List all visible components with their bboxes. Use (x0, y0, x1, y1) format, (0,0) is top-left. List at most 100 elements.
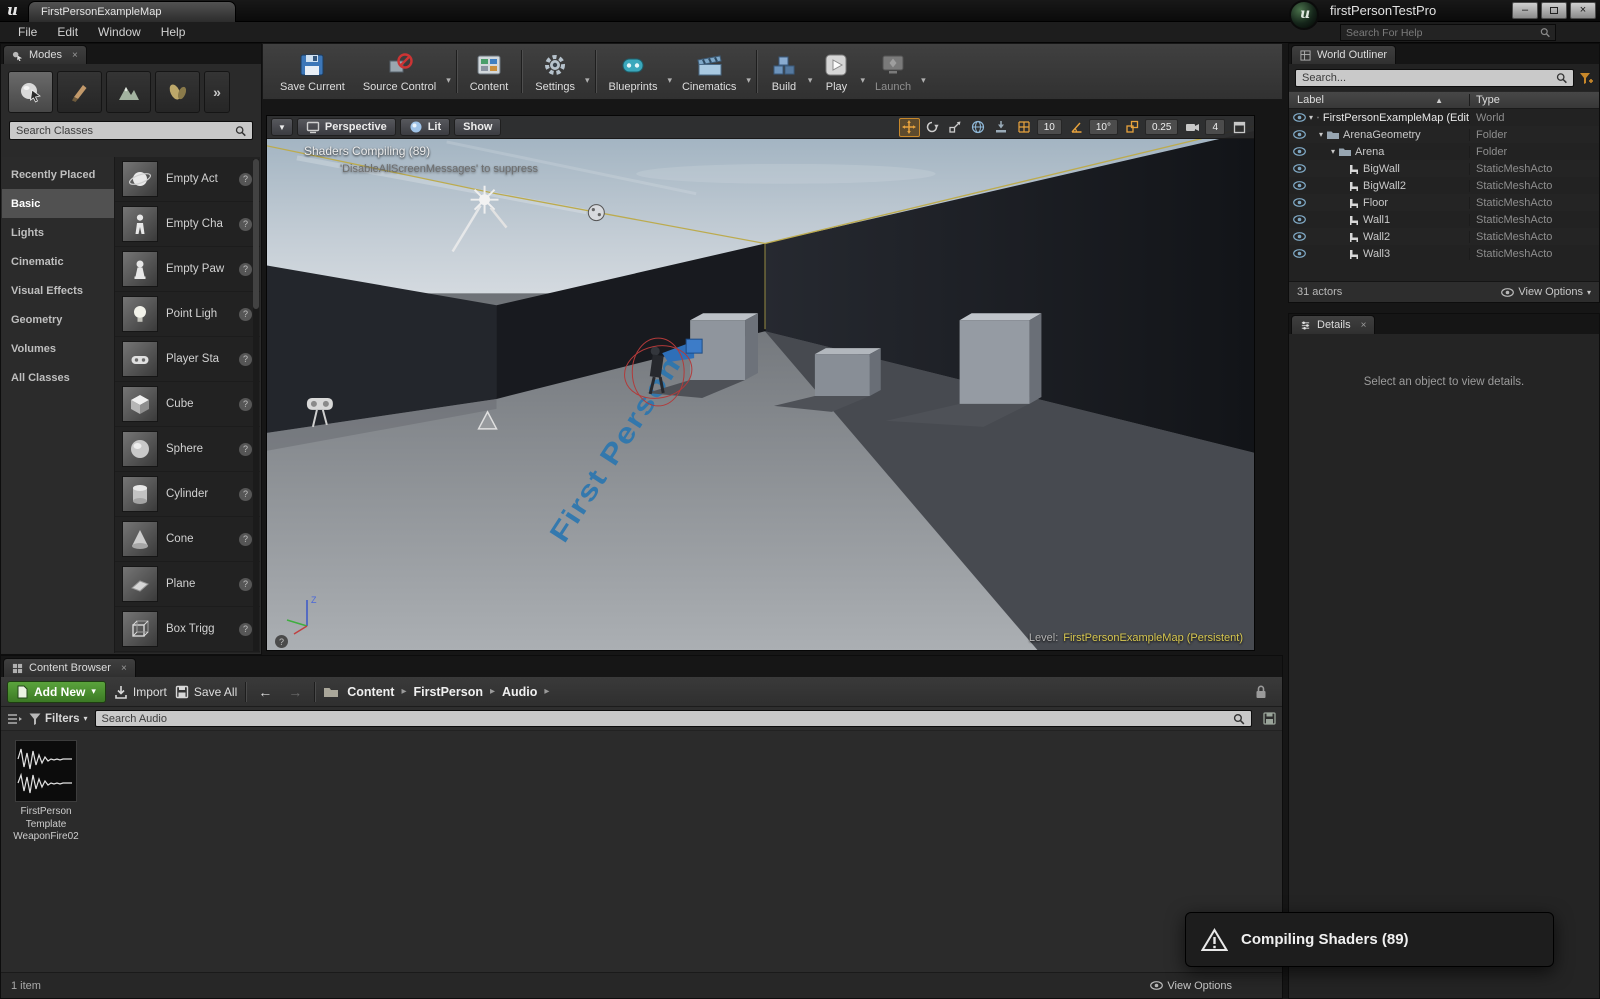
place-mode-button[interactable] (8, 71, 53, 113)
outliner-view-options-button[interactable]: View Options ▾ (1501, 286, 1591, 298)
content-search-box[interactable] (95, 710, 1252, 727)
asset-firstperson-weaponfire[interactable]: FirstPerson Template WeaponFire02 (9, 740, 83, 844)
class-item-cube[interactable]: Cube ? (115, 382, 260, 427)
source-control-button[interactable]: Source Control (354, 46, 445, 97)
visibility-eye-icon[interactable] (1289, 130, 1309, 139)
launch-button[interactable]: Launch (866, 46, 920, 97)
outliner-column-header[interactable]: Label▲ Type (1289, 91, 1599, 109)
scale-tool-icon[interactable] (945, 118, 966, 137)
class-search-box[interactable] (9, 121, 253, 140)
breadcrumb-content[interactable]: Content (347, 685, 394, 699)
category-cinematic[interactable]: Cinematic (2, 247, 114, 276)
launch-caret-icon[interactable]: ▾ (920, 75, 927, 86)
outliner-row-actor[interactable]: Wall3 StaticMeshActo (1289, 245, 1599, 262)
lock-icon[interactable] (1254, 684, 1268, 699)
rotate-tool-icon[interactable] (922, 118, 943, 137)
settings-button[interactable]: Settings (526, 46, 584, 97)
class-item-sphere[interactable]: Sphere ? (115, 427, 260, 472)
menu-window[interactable]: Window (88, 23, 151, 41)
class-item-partial[interactable] (115, 652, 260, 653)
outliner-row-actor[interactable]: Wall2 StaticMeshActo (1289, 228, 1599, 245)
class-item-player-start[interactable]: Player Sta ? (115, 337, 260, 382)
surface-snap-icon[interactable] (991, 118, 1012, 137)
cinematics-caret-icon[interactable]: ▾ (745, 75, 752, 86)
category-geometry[interactable]: Geometry (2, 305, 114, 334)
visibility-eye-icon[interactable] (1289, 147, 1309, 156)
outliner-search-box[interactable] (1295, 69, 1574, 87)
save-all-button[interactable]: Save All (175, 685, 237, 699)
level-viewport[interactable]: First Person (266, 115, 1255, 651)
cinematics-button[interactable]: Cinematics (673, 46, 745, 97)
camera-speed-value[interactable]: 4 (1205, 119, 1225, 135)
content-search-input[interactable] (102, 713, 1230, 725)
class-item-empty-pawn[interactable]: Empty Paw ? (115, 247, 260, 292)
class-item-cylinder[interactable]: Cylinder ? (115, 472, 260, 517)
viewport-scene[interactable]: First Person (267, 116, 1254, 650)
viewport-help-icon[interactable]: ? (275, 635, 288, 648)
outliner-row-folder[interactable]: ▾ Arena Folder (1289, 143, 1599, 160)
minimize-button[interactable]: – (1512, 2, 1538, 19)
outliner-row-folder[interactable]: ▾ ArenaGeometry Folder (1289, 126, 1599, 143)
help-icon[interactable]: ? (239, 398, 252, 411)
class-item-cone[interactable]: Cone ? (115, 517, 260, 562)
help-icon[interactable]: ? (239, 218, 252, 231)
add-new-button[interactable]: Add New ▾ (7, 681, 106, 703)
scale-snap-value[interactable]: 0.25 (1145, 119, 1178, 135)
visibility-eye-icon[interactable] (1289, 164, 1309, 173)
play-button[interactable]: Play (813, 46, 859, 97)
menu-file[interactable]: File (8, 23, 47, 41)
outliner-filter-icon[interactable] (1579, 72, 1593, 85)
breadcrumb-audio[interactable]: Audio (502, 685, 537, 699)
sphere-sprite[interactable] (588, 205, 604, 221)
outliner-search-input[interactable] (1302, 72, 1552, 84)
content-button[interactable]: Content (461, 46, 518, 97)
forward-button[interactable]: → (284, 684, 306, 700)
help-search-input[interactable] (1346, 27, 1536, 39)
outliner-row-actor[interactable]: BigWall StaticMeshActo (1289, 160, 1599, 177)
import-button[interactable]: Import (114, 685, 167, 699)
class-item-empty-character[interactable]: Empty Cha ? (115, 202, 260, 247)
modes-tab[interactable]: Modes × (3, 45, 87, 64)
maximize-viewport-icon[interactable] (1229, 118, 1250, 137)
menu-edit[interactable]: Edit (47, 23, 88, 41)
help-icon[interactable]: ? (239, 578, 252, 591)
grid-snap-icon[interactable] (1014, 118, 1035, 137)
viewport-options-button[interactable]: ▼ (271, 118, 293, 136)
world-coordinate-icon[interactable] (968, 118, 989, 137)
visibility-eye-icon[interactable] (1289, 181, 1309, 190)
build-button[interactable]: Build (761, 46, 807, 97)
category-basic[interactable]: Basic (2, 189, 114, 218)
help-icon[interactable]: ? (239, 353, 252, 366)
back-button[interactable]: ← (254, 684, 276, 700)
class-item-plane[interactable]: Plane ? (115, 562, 260, 607)
show-button[interactable]: Show (454, 118, 501, 136)
modes-tab-close-icon[interactable]: × (72, 50, 78, 61)
class-list-scrollbar[interactable] (253, 159, 259, 651)
rotation-snap-icon[interactable] (1066, 118, 1087, 137)
class-item-point-light[interactable]: Point Ligh ? (115, 292, 260, 337)
camera-speed-icon[interactable] (1182, 118, 1203, 137)
landscape-mode-button[interactable] (106, 71, 151, 113)
category-all-classes[interactable]: All Classes (2, 363, 114, 392)
expander-icon[interactable]: ▾ (1309, 113, 1313, 122)
content-view-options-button[interactable]: View Options (1150, 980, 1232, 992)
help-icon[interactable]: ? (239, 263, 252, 276)
visibility-eye-icon[interactable] (1289, 232, 1309, 241)
move-tool-icon[interactable] (899, 118, 920, 137)
class-item-box-trigger[interactable]: Box Trigg ? (115, 607, 260, 652)
sources-panel-icon[interactable] (7, 713, 22, 725)
visibility-eye-icon[interactable] (1289, 113, 1309, 122)
outliner-row-world[interactable]: ▾ FirstPersonExampleMap (Edit World (1289, 109, 1599, 126)
breadcrumb-firstperson[interactable]: FirstPerson (414, 685, 483, 699)
help-icon[interactable]: ? (239, 173, 252, 186)
scale-snap-icon[interactable] (1122, 118, 1143, 137)
source-control-caret-icon[interactable]: ▾ (445, 75, 452, 86)
expander-icon[interactable]: ▾ (1319, 130, 1323, 139)
visibility-eye-icon[interactable] (1289, 215, 1309, 224)
outliner-row-actor[interactable]: Floor StaticMeshActo (1289, 194, 1599, 211)
category-volumes[interactable]: Volumes (2, 334, 114, 363)
category-recently-placed[interactable]: Recently Placed (2, 160, 114, 189)
help-icon[interactable]: ? (239, 488, 252, 501)
visibility-eye-icon[interactable] (1289, 198, 1309, 207)
category-visual-effects[interactable]: Visual Effects (2, 276, 114, 305)
